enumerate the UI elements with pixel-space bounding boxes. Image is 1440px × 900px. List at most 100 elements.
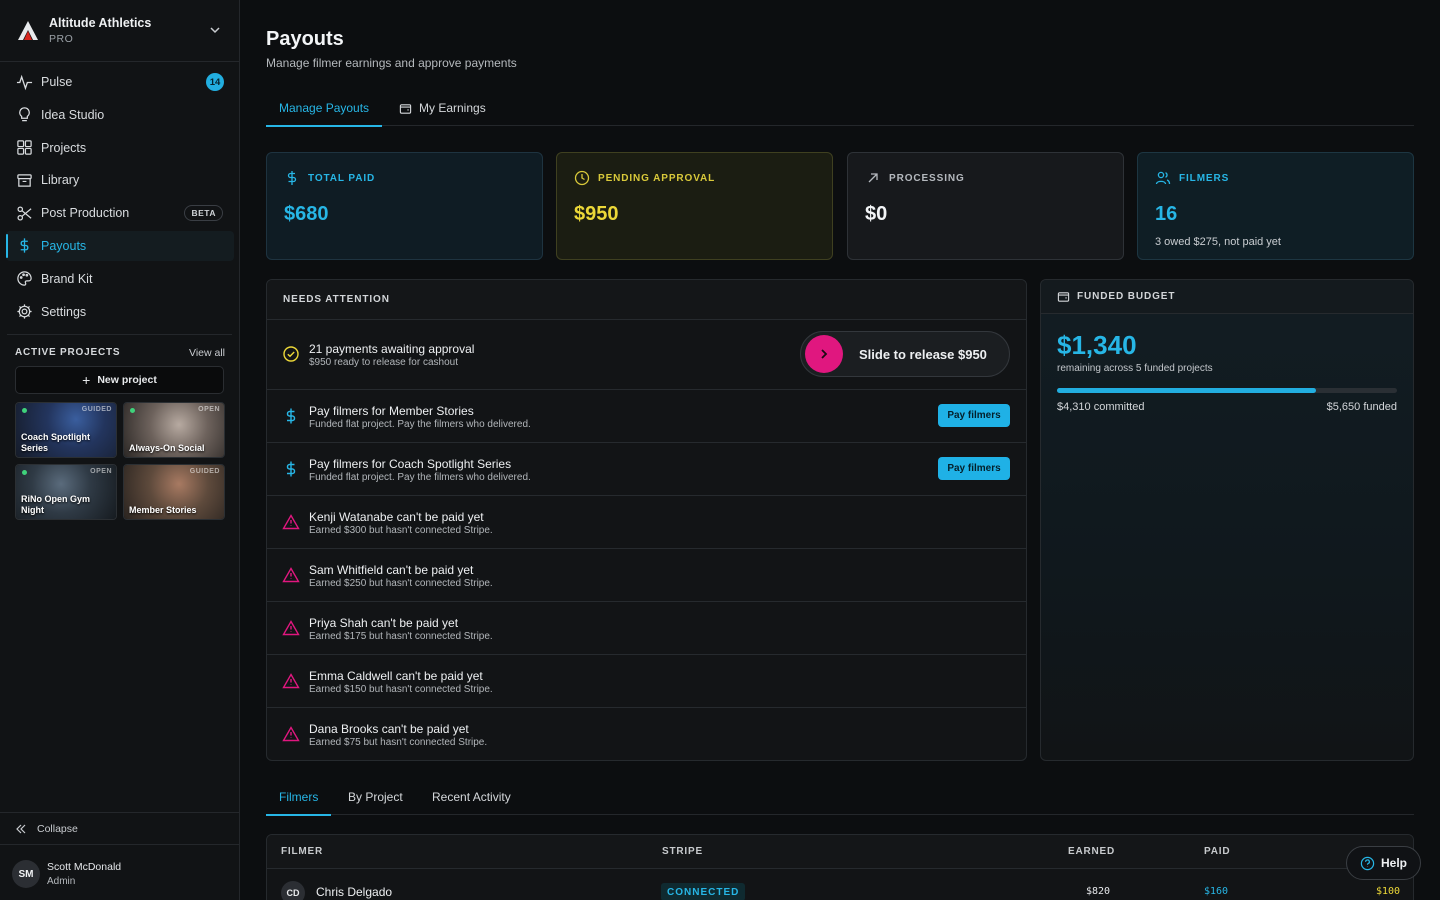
owed-value: $100: [1376, 886, 1401, 897]
project-status: GUIDED: [81, 406, 112, 413]
view-all-link[interactable]: View all: [189, 347, 225, 359]
active-dot: [130, 408, 135, 413]
tab-label: Manage Payouts: [279, 101, 370, 115]
panel-title: NEEDS ATTENTION: [267, 280, 1026, 320]
slider-label: Slide to release $950: [859, 346, 987, 362]
user-role: Admin: [47, 876, 76, 887]
plus-icon: +: [82, 372, 91, 388]
tab-filmers[interactable]: Filmers: [266, 779, 332, 816]
new-project-button[interactable]: + New project: [15, 366, 224, 394]
tab-my-earnings[interactable]: My Earnings: [399, 90, 486, 126]
column-header-paid[interactable]: PAID: [1204, 846, 1230, 857]
sidebar-item-label: Library: [41, 173, 80, 188]
filmer-name: Chris Delgado: [316, 885, 393, 899]
user-profile[interactable]: SM Scott McDonald Admin: [12, 860, 121, 888]
table-header: FILMER STRIPE EARNED PAID: [267, 835, 1413, 869]
sidebar-item-settings[interactable]: Settings: [6, 297, 234, 327]
stripe-status-badge: CONNECTED: [661, 883, 746, 900]
stat-label: FILMERS: [1179, 172, 1230, 184]
pulse-icon: [16, 74, 33, 90]
sidebar-item-label: Settings: [41, 304, 87, 319]
stat-value: $0: [865, 203, 888, 225]
active-projects-header: ACTIVE PROJECTS View all: [15, 347, 225, 359]
approval-row: 21 payments awaiting approval $950 ready…: [267, 320, 1026, 390]
help-button[interactable]: Help: [1346, 846, 1421, 880]
warning-triangle-icon: [282, 673, 300, 689]
row-title: Pay filmers for Member Stories: [309, 404, 474, 418]
active-dot: [22, 408, 27, 413]
pay-filmers-button[interactable]: Pay filmers: [938, 404, 1010, 427]
notification-badge: 14: [206, 73, 224, 91]
stat-value: $950: [574, 203, 619, 225]
row-subtitle: Funded flat project. Pay the filmers who…: [309, 419, 531, 430]
sidebar-item-post-production[interactable]: Post Production BETA: [6, 198, 234, 228]
row-subtitle: Earned $75 but hasn't connected Stripe.: [309, 737, 488, 748]
project-card-member-stories[interactable]: GUIDED Member Stories: [123, 464, 225, 520]
main-nav: Pulse 14 Idea Studio Projects Library Po…: [6, 67, 234, 329]
chevron-right-icon: [821, 349, 828, 359]
slide-to-release-slider[interactable]: Slide to release $950: [800, 331, 1010, 377]
warning-row: Emma Caldwell can't be paid yet Earned $…: [267, 655, 1026, 708]
row-title: Emma Caldwell can't be paid yet: [309, 669, 483, 683]
pay-row: Pay filmers for Member Stories Funded fl…: [267, 390, 1026, 443]
row-subtitle: Earned $175 but hasn't connected Stripe.: [309, 631, 493, 642]
budget-remaining-value: $1,340: [1057, 330, 1137, 360]
scissors-icon: [17, 206, 32, 221]
project-name: Coach Spotlight Series: [21, 432, 90, 453]
column-header-stripe[interactable]: STRIPE: [662, 846, 703, 857]
project-card-rino-open-gym[interactable]: OPEN RiNo Open Gym Night: [15, 464, 117, 520]
tab-recent-activity[interactable]: Recent Activity: [432, 779, 511, 815]
lightbulb-icon: [19, 107, 30, 122]
stat-label: PENDING APPROVAL: [598, 172, 716, 184]
column-header-earned[interactable]: EARNED: [1068, 846, 1115, 857]
slider-handle[interactable]: [805, 335, 843, 373]
sidebar-item-pulse[interactable]: Pulse 14: [6, 67, 234, 97]
budget-subtitle: remaining across 5 funded projects: [1057, 363, 1213, 374]
grid-icon: [17, 140, 32, 155]
sidebar-item-idea-studio[interactable]: Idea Studio: [6, 100, 234, 130]
budget-progress-fill: [1057, 388, 1317, 393]
column-header-filmer[interactable]: FILMER: [281, 846, 323, 857]
chevron-down-icon[interactable]: [208, 23, 222, 37]
gear-icon: [17, 304, 32, 319]
dollar-icon: [286, 461, 296, 477]
row-title: 21 payments awaiting approval: [309, 342, 475, 356]
sidebar-item-label: Brand Kit: [41, 271, 93, 286]
archive-icon: [17, 174, 32, 187]
tab-manage-payouts[interactable]: Manage Payouts: [266, 90, 383, 127]
sidebar-item-brand-kit[interactable]: Brand Kit: [6, 264, 234, 294]
tab-label: My Earnings: [419, 101, 486, 115]
pay-row: Pay filmers for Coach Spotlight Series F…: [267, 443, 1026, 496]
active-dot: [22, 470, 27, 475]
page-title: Payouts: [266, 28, 344, 50]
clock-icon: [574, 170, 590, 186]
panel-title: FUNDED BUDGET: [1077, 291, 1176, 302]
stat-card-filmers: FILMERS 16 3 owed $275, not paid yet: [1137, 152, 1414, 260]
warning-triangle-icon: [282, 726, 300, 742]
pay-filmers-button[interactable]: Pay filmers: [938, 457, 1010, 480]
stat-note: 3 owed $275, not paid yet: [1155, 236, 1281, 248]
budget-committed: $4,310 committed: [1057, 401, 1145, 413]
warning-triangle-icon: [282, 620, 300, 636]
project-name: Always-On Social: [129, 443, 205, 453]
tab-by-project[interactable]: By Project: [348, 779, 403, 815]
project-card-always-on-social[interactable]: OPEN Always-On Social: [123, 402, 225, 458]
sidebar-item-label: Pulse: [41, 75, 73, 89]
sidebar-item-projects[interactable]: Projects: [6, 133, 234, 163]
org-switcher[interactable]: Altitude Athletics PRO: [0, 0, 239, 62]
wallet-icon: [1057, 292, 1070, 302]
funded-budget-panel: FUNDED BUDGET $1,340 remaining across 5 …: [1040, 279, 1414, 761]
warning-row: Dana Brooks can't be paid yet Earned $75…: [267, 708, 1026, 760]
stat-card-total-paid: TOTAL PAID $680: [266, 152, 543, 260]
stat-card-processing: PROCESSING $0: [847, 152, 1124, 260]
collapse-sidebar-button[interactable]: Collapse: [0, 812, 239, 845]
altitude-logo-icon: [18, 20, 38, 40]
project-card-coach-spotlight[interactable]: GUIDED Coach Spotlight Series: [15, 402, 117, 458]
sidebar-item-payouts[interactable]: Payouts: [6, 230, 234, 261]
row-subtitle: Earned $150 but hasn't connected Stripe.: [309, 684, 493, 695]
dollar-icon: [287, 171, 297, 185]
sidebar-item-library[interactable]: Library: [6, 165, 234, 195]
org-plan: PRO: [49, 33, 74, 45]
warning-triangle-icon: [282, 514, 300, 530]
dollar-icon: [20, 238, 29, 254]
